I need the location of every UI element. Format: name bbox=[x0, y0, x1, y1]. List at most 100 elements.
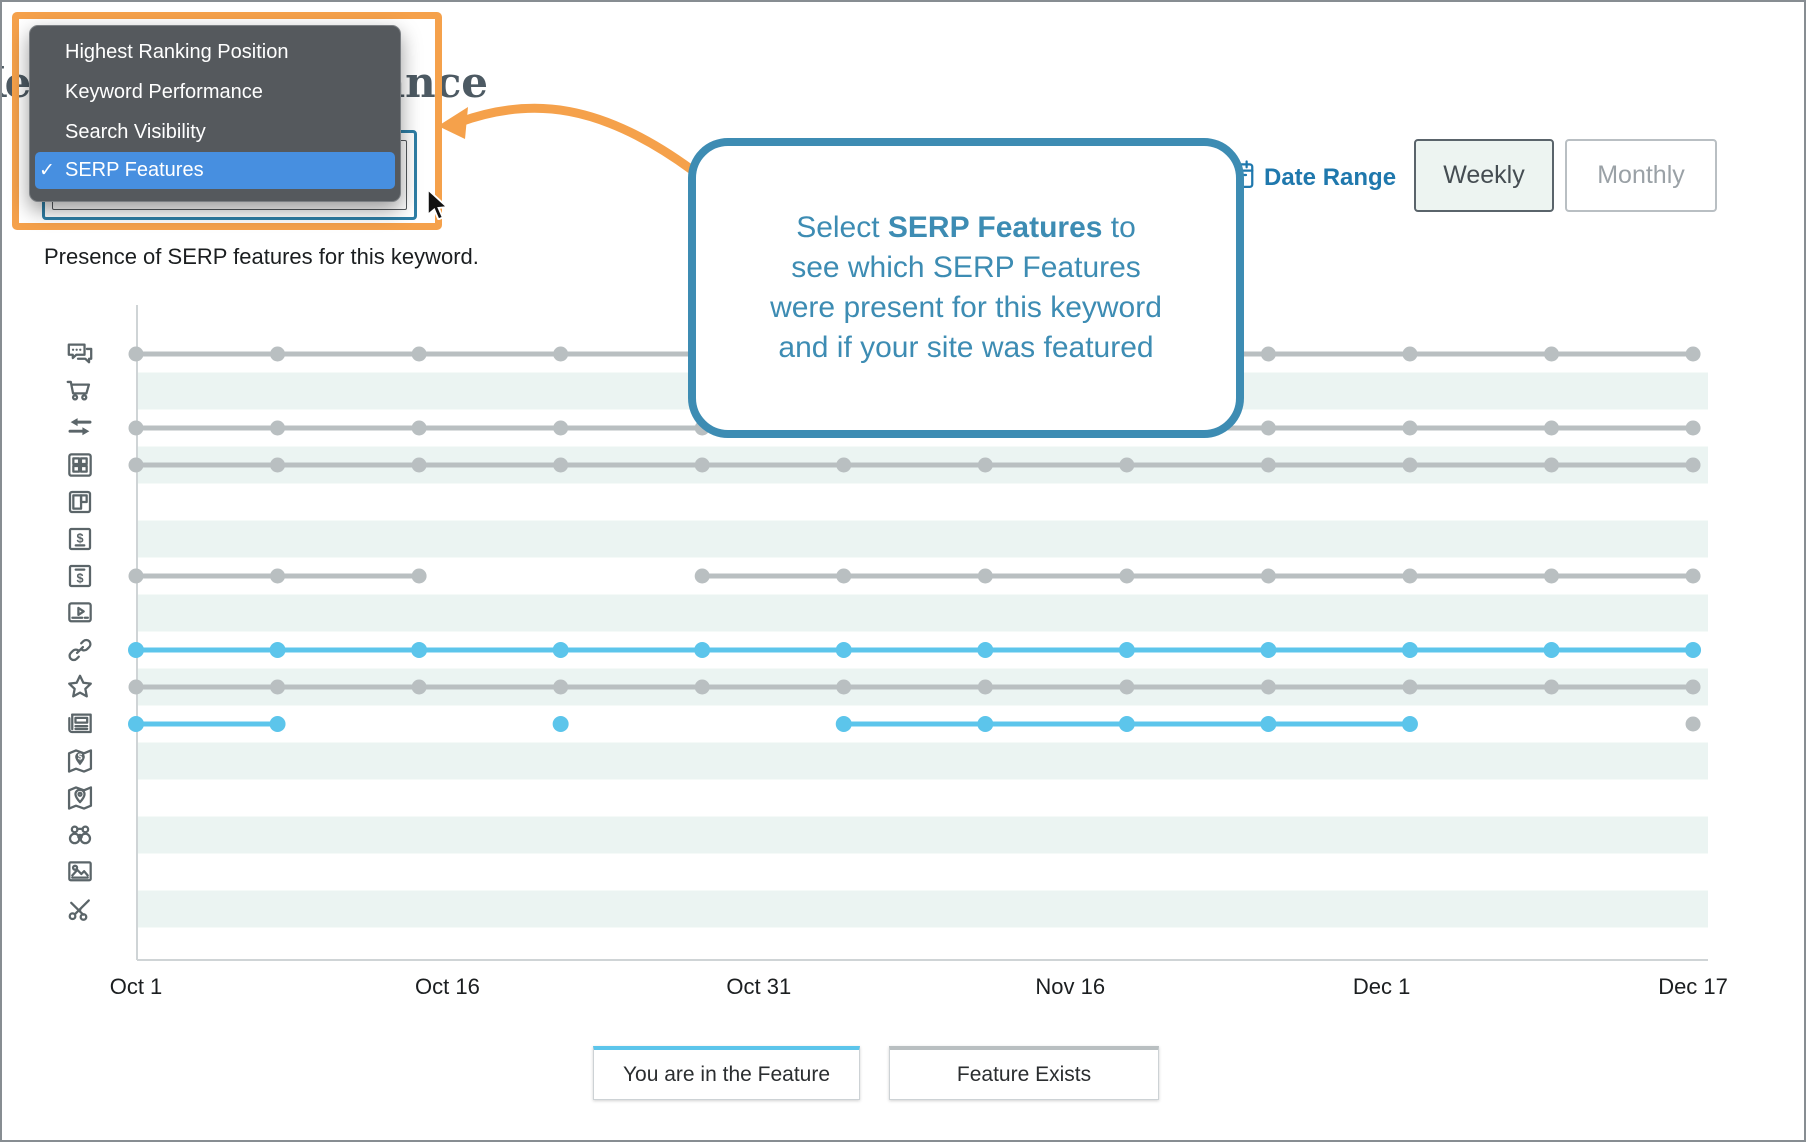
serp-presence-dot[interactable] bbox=[1402, 347, 1417, 362]
menu-item-label: SERP Features bbox=[65, 159, 204, 181]
serp-presence-dot[interactable] bbox=[129, 680, 144, 695]
grid-icon bbox=[64, 449, 96, 481]
serp-presence-dot[interactable] bbox=[1119, 680, 1134, 695]
serp-presence-dot[interactable] bbox=[1686, 569, 1701, 584]
serp-presence-dot[interactable] bbox=[836, 680, 851, 695]
serp-presence-dot[interactable] bbox=[1402, 642, 1418, 658]
serp-presence-dot[interactable] bbox=[412, 569, 427, 584]
legend-you-are-in-feature: You are in the Feature bbox=[593, 1046, 860, 1100]
serp-presence-dot[interactable] bbox=[1119, 716, 1135, 732]
serp-presence-dot[interactable] bbox=[977, 716, 993, 732]
serp-presence-dot[interactable] bbox=[553, 458, 568, 473]
serp-presence-dot[interactable] bbox=[1261, 680, 1276, 695]
serp-presence-dot[interactable] bbox=[1119, 569, 1134, 584]
serp-presence-dot[interactable] bbox=[977, 642, 993, 658]
serp-presence-dot[interactable] bbox=[1402, 421, 1417, 436]
serp-presence-dot[interactable] bbox=[1544, 347, 1559, 362]
callout-line-2: see which SERP Features bbox=[696, 248, 1236, 288]
svg-text:$: $ bbox=[76, 531, 83, 545]
serp-presence-dot[interactable] bbox=[1402, 680, 1417, 695]
serp-presence-dot[interactable] bbox=[411, 642, 427, 658]
row-stripe bbox=[137, 595, 1708, 632]
row-stripe bbox=[137, 521, 1708, 558]
serp-presence-dot[interactable] bbox=[1686, 421, 1701, 436]
map-dollar-pin-icon: $ bbox=[64, 745, 96, 777]
serp-presence-dot[interactable] bbox=[836, 642, 852, 658]
callout-line-4: and if your site was featured bbox=[696, 328, 1236, 368]
serp-presence-dot[interactable] bbox=[128, 716, 144, 732]
serp-presence-dot[interactable] bbox=[1402, 716, 1418, 732]
serp-presence-dot[interactable] bbox=[1544, 642, 1560, 658]
serp-presence-dot[interactable] bbox=[1261, 347, 1276, 362]
x-axis-tick-label: Oct 16 bbox=[415, 974, 480, 1000]
serp-presence-dot[interactable] bbox=[1544, 569, 1559, 584]
serp-presence-dot[interactable] bbox=[1686, 717, 1701, 732]
serp-presence-dot[interactable] bbox=[1119, 458, 1134, 473]
serp-presence-dot[interactable] bbox=[1261, 458, 1276, 473]
serp-presence-dot[interactable] bbox=[270, 680, 285, 695]
serp-presence-dot[interactable] bbox=[1260, 642, 1276, 658]
serp-presence-dot[interactable] bbox=[1402, 569, 1417, 584]
x-axis-tick-label: Oct 1 bbox=[110, 974, 163, 1000]
row-stripe bbox=[137, 891, 1708, 928]
serp-presence-dot[interactable] bbox=[1119, 642, 1135, 658]
serp-presence-dot[interactable] bbox=[1261, 569, 1276, 584]
serp-presence-dot[interactable] bbox=[129, 347, 144, 362]
date-range-button[interactable]: Date Range bbox=[1264, 164, 1396, 192]
chart-subtitle: Presence of SERP features for this keywo… bbox=[44, 244, 479, 270]
serp-presence-dot[interactable] bbox=[270, 458, 285, 473]
serp-presence-dot[interactable] bbox=[270, 569, 285, 584]
serp-presence-dot[interactable] bbox=[1402, 458, 1417, 473]
serp-presence-dot[interactable] bbox=[1544, 421, 1559, 436]
serp-presence-dot[interactable] bbox=[978, 458, 993, 473]
serp-presence-dot[interactable] bbox=[553, 421, 568, 436]
serp-presence-dot[interactable] bbox=[1260, 716, 1276, 732]
serp-presence-dot[interactable] bbox=[129, 421, 144, 436]
serp-presence-dot[interactable] bbox=[695, 458, 710, 473]
serp-presence-dot[interactable] bbox=[836, 458, 851, 473]
svg-text:$: $ bbox=[76, 571, 83, 585]
legend-feature-exists: Feature Exists bbox=[889, 1046, 1159, 1100]
serp-presence-dot[interactable] bbox=[553, 680, 568, 695]
serp-presence-dot[interactable] bbox=[1544, 680, 1559, 695]
serp-presence-dot[interactable] bbox=[836, 569, 851, 584]
serp-presence-dot[interactable] bbox=[412, 458, 427, 473]
app-window: Keyword Performance Presence of SERP fea… bbox=[0, 0, 1806, 1142]
serp-presence-dot[interactable] bbox=[270, 642, 286, 658]
serp-presence-dot[interactable] bbox=[978, 569, 993, 584]
serp-presence-dot[interactable] bbox=[128, 642, 144, 658]
serp-presence-dot[interactable] bbox=[1261, 421, 1276, 436]
serp-presence-dot[interactable] bbox=[694, 642, 710, 658]
serp-presence-dot[interactable] bbox=[1686, 680, 1701, 695]
serp-presence-dot[interactable] bbox=[1544, 458, 1559, 473]
photo-icon bbox=[64, 856, 96, 888]
serp-presence-dot[interactable] bbox=[553, 716, 569, 732]
serp-presence-dot[interactable] bbox=[1685, 642, 1701, 658]
row-stripe bbox=[137, 743, 1708, 780]
serp-presence-dot[interactable] bbox=[412, 680, 427, 695]
serp-presence-dot[interactable] bbox=[553, 642, 569, 658]
x-axis-tick-label: Nov 16 bbox=[1035, 974, 1105, 1000]
callout-line-3: were present for this keyword bbox=[696, 288, 1236, 328]
serp-presence-dot[interactable] bbox=[412, 421, 427, 436]
ad-dollar-underline-icon: $ bbox=[64, 523, 96, 555]
serp-presence-dot[interactable] bbox=[1686, 458, 1701, 473]
serp-presence-dot[interactable] bbox=[129, 458, 144, 473]
serp-presence-dot[interactable] bbox=[270, 421, 285, 436]
serp-presence-dot[interactable] bbox=[695, 680, 710, 695]
menu-item-serp-features[interactable]: ✓SERP Features bbox=[35, 152, 395, 189]
serp-presence-dot[interactable] bbox=[412, 347, 427, 362]
serp-presence-dot[interactable] bbox=[129, 569, 144, 584]
serp-presence-dot[interactable] bbox=[836, 716, 852, 732]
menu-item-highest-ranking-position[interactable]: Highest Ranking Position bbox=[30, 32, 400, 72]
x-axis-tick-label: Dec 1 bbox=[1353, 974, 1410, 1000]
mouse-cursor bbox=[426, 188, 450, 220]
serp-presence-dot[interactable] bbox=[553, 347, 568, 362]
serp-presence-dot[interactable] bbox=[695, 569, 710, 584]
menu-item-keyword-performance[interactable]: Keyword Performance bbox=[30, 72, 400, 112]
serp-presence-dot[interactable] bbox=[978, 680, 993, 695]
menu-item-search-visibility[interactable]: Search Visibility bbox=[30, 112, 400, 152]
serp-presence-dot[interactable] bbox=[270, 716, 286, 732]
serp-presence-dot[interactable] bbox=[270, 347, 285, 362]
serp-presence-dot[interactable] bbox=[1686, 347, 1701, 362]
